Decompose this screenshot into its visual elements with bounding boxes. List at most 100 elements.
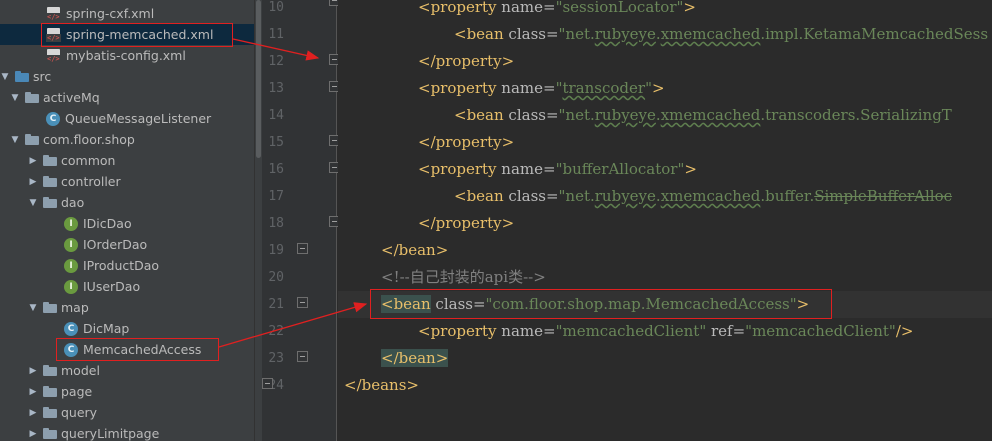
chevron-right-icon[interactable]: ▶ [28, 366, 38, 376]
class-icon: C [64, 321, 78, 336]
line-number: 22 [268, 324, 284, 339]
tree-item-label: query [61, 405, 98, 420]
code-line-13: <property name="transcoder"> [418, 79, 665, 97]
package-folder-icon [43, 302, 57, 313]
chevron-right-icon[interactable]: ▶ [28, 156, 38, 166]
tree-item-label: src [33, 69, 52, 84]
code-line-12: </property> [418, 52, 515, 70]
code-line-18: </property> [418, 214, 515, 232]
package-folder-icon [25, 92, 39, 103]
tree-item-mybatis-config-xml[interactable]: mybatis-config.xml [0, 45, 254, 66]
tree-item-src[interactable]: ▼ src [0, 66, 254, 87]
tree-item-activemq[interactable]: ▼ activeMq [0, 87, 254, 108]
tree-item-label: DicMap [83, 321, 130, 336]
chevron-down-icon[interactable]: ▼ [28, 198, 38, 208]
tree-item-com-floor-shop[interactable]: ▼ com.floor.shop [0, 129, 254, 150]
tree-item-label: IUserDao [83, 279, 141, 294]
code-line-16: <property name="bufferAllocator"> [418, 160, 697, 178]
tree-item-label: spring-cxf.xml [66, 6, 155, 21]
tree-item-common[interactable]: ▶ common [0, 150, 254, 171]
tree-item-map[interactable]: ▼ map [0, 297, 254, 318]
tree-item-label: com.floor.shop [43, 132, 135, 147]
project-tree: spring-cxf.xml spring-memcached.xml myba… [0, 0, 254, 441]
xml-file-icon [46, 48, 61, 63]
chevron-down-icon[interactable]: ▼ [10, 135, 20, 145]
code-line-14: <bean class="net.rubyeye.xmemcached.tran… [454, 106, 952, 124]
chevron-right-icon[interactable]: ▶ [28, 177, 38, 187]
tree-scrollbar-thumb[interactable] [256, 0, 261, 158]
tree-item-label: mybatis-config.xml [66, 48, 186, 63]
code-line-17: <bean class="net.rubyeye.xmemcached.buff… [454, 187, 953, 205]
line-number: 10 [268, 0, 284, 15]
fold-marker-icon[interactable] [262, 378, 273, 389]
tree-item-spring-cxf-xml[interactable]: spring-cxf.xml [0, 3, 254, 24]
tree-item-label: queryLimitpage [61, 426, 160, 441]
package-folder-icon [43, 176, 57, 187]
chevron-right-icon[interactable]: ▶ [28, 387, 38, 397]
tree-item-label: common [61, 153, 116, 168]
tree-item-model[interactable]: ▶ model [0, 360, 254, 381]
chevron-down-icon[interactable]: ▼ [0, 72, 10, 82]
chevron-right-icon[interactable]: ▶ [28, 429, 38, 439]
code-line-19: </bean> [381, 241, 449, 259]
interface-icon: I [64, 258, 78, 273]
tree-item-iproductdao[interactable]: I IProductDao [0, 255, 254, 276]
interface-icon: I [64, 216, 78, 231]
package-folder-icon [43, 365, 57, 376]
tree-item-label: map [61, 300, 89, 315]
code-line-11: <bean class="net.rubyeye.xmemcached.impl… [454, 25, 989, 43]
line-number: 15 [268, 135, 284, 150]
fold-marker-icon[interactable] [297, 351, 308, 362]
code-line-22: <property name="memcachedClient" ref="me… [418, 322, 914, 340]
code-line-24: </beans> [344, 376, 419, 394]
line-number: 12 [268, 54, 284, 69]
tree-item-iuserdao[interactable]: I IUserDao [0, 276, 254, 297]
line-number: 23 [268, 351, 284, 366]
class-icon: C [46, 111, 60, 126]
line-number: 20 [268, 270, 284, 285]
tree-item-label: page [61, 384, 93, 399]
tree-item-query[interactable]: ▶ query [0, 402, 254, 423]
tree-item-idicdao[interactable]: I IDicDao [0, 213, 254, 234]
chevron-down-icon[interactable]: ▼ [10, 93, 20, 103]
tree-scrollbar[interactable] [254, 0, 262, 441]
tree-item-label: controller [61, 174, 121, 189]
annotation-box-bean-line [370, 289, 832, 319]
tree-item-label: QueueMessageListener [65, 111, 212, 126]
tree-item-iorderdao[interactable]: I IOrderDao [0, 234, 254, 255]
tree-item-label: dao [61, 195, 85, 210]
tree-item-dao[interactable]: ▼ dao [0, 192, 254, 213]
line-number: 11 [268, 27, 284, 42]
line-number: 21 [268, 297, 284, 312]
xml-file-icon [46, 6, 61, 21]
annotation-box-spring-memcached [41, 23, 233, 47]
interface-icon: I [64, 279, 78, 294]
line-number: 16 [268, 162, 284, 177]
tree-item-page[interactable]: ▶ page [0, 381, 254, 402]
line-number: 14 [268, 108, 284, 123]
tree-item-querylimitpage[interactable]: ▶ queryLimitpage [0, 423, 254, 441]
tree-item-label: IDicDao [83, 216, 132, 231]
package-folder-icon [43, 428, 57, 439]
tree-item-queuemessagelistener[interactable]: C QueueMessageListener [0, 108, 254, 129]
interface-icon: I [64, 237, 78, 252]
package-folder-icon [25, 134, 39, 145]
line-number: 18 [268, 216, 284, 231]
chevron-down-icon[interactable]: ▼ [28, 303, 38, 313]
annotation-box-memcachedaccess [56, 338, 219, 361]
code-line-15: </property> [418, 133, 515, 151]
line-number: 13 [268, 81, 284, 96]
tree-item-label: model [61, 363, 100, 378]
tree-item-controller[interactable]: ▶ controller [0, 171, 254, 192]
package-folder-icon [43, 197, 57, 208]
code-line-10: <property name="sessionLocator"> [418, 0, 696, 16]
package-folder-icon [43, 407, 57, 418]
fold-marker-icon[interactable] [297, 297, 308, 308]
code-line-20: <!--自己封装的api类--> [381, 268, 546, 286]
tree-item-dicmap[interactable]: C DicMap [0, 318, 254, 339]
fold-marker-icon[interactable] [297, 243, 308, 254]
line-number: 19 [268, 243, 284, 258]
chevron-right-icon[interactable]: ▶ [28, 408, 38, 418]
source-folder-icon [15, 71, 29, 82]
code-editor[interactable]: <property name="sessionLocator"> <bean c… [338, 0, 992, 441]
